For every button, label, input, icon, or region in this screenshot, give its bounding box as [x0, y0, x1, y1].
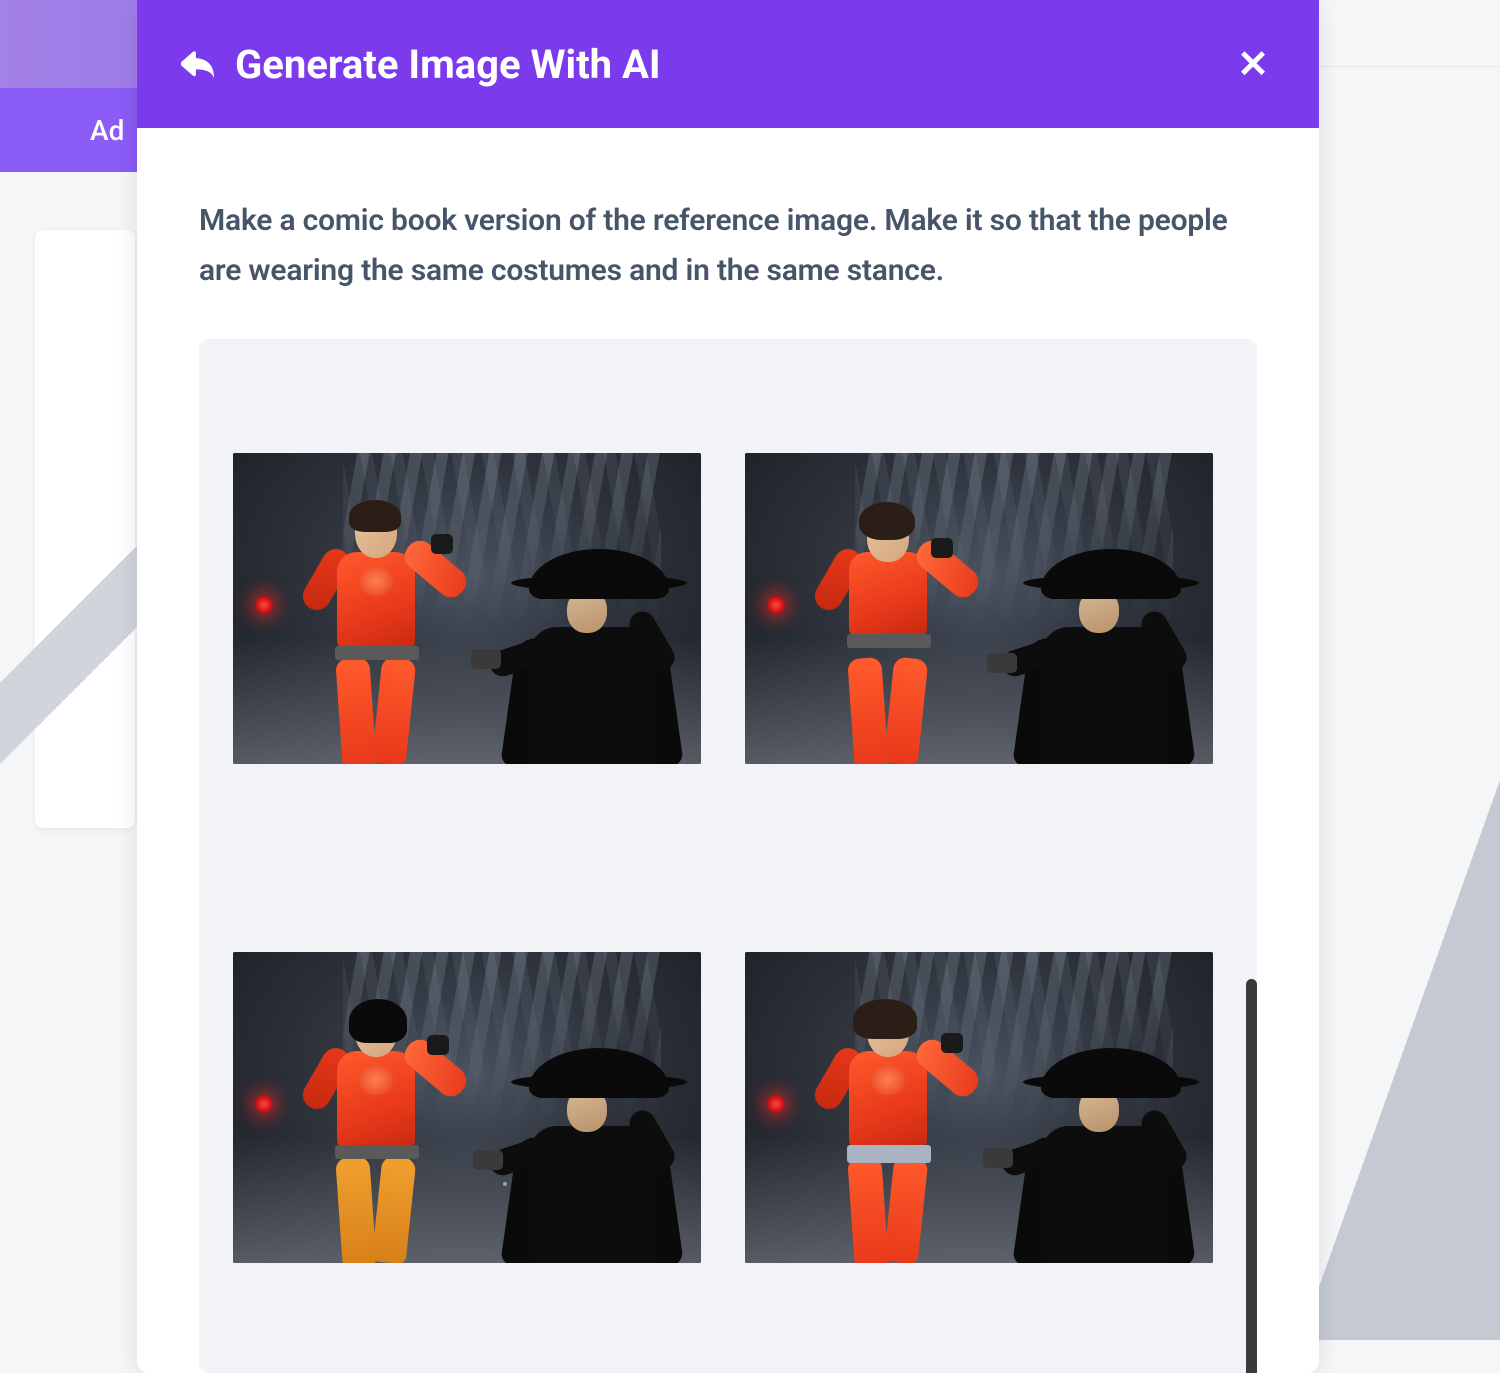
nav-text: Ad [90, 114, 124, 147]
villain-figure [481, 1048, 681, 1263]
modal-body: Make a comic book version of the referen… [137, 128, 1319, 1373]
modal-header-left: Generate Image With AI [181, 41, 661, 88]
red-light [255, 1095, 273, 1113]
bg-placeholder-shape [0, 440, 140, 840]
generated-image-4[interactable] [745, 952, 1213, 1263]
scrollbar-thumb[interactable] [1246, 979, 1257, 1373]
villain-figure [481, 549, 681, 764]
close-icon[interactable]: ✕ [1237, 42, 1269, 87]
modal-title: Generate Image With AI [235, 41, 661, 88]
back-icon[interactable] [181, 50, 215, 78]
generated-image-2[interactable] [745, 453, 1213, 764]
modal-header: Generate Image With AI ✕ [137, 0, 1319, 128]
red-light [767, 596, 785, 614]
ai-image-modal: Generate Image With AI ✕ Make a comic bo… [137, 0, 1319, 1373]
generated-image-3[interactable] [233, 952, 701, 1263]
results-grid [233, 453, 1223, 1263]
villain-figure [993, 1048, 1193, 1263]
villain-figure [993, 549, 1193, 764]
generated-image-1[interactable] [233, 453, 701, 764]
hero-figure [291, 494, 441, 764]
hero-figure [803, 494, 953, 764]
red-light [767, 1095, 785, 1113]
red-light [255, 596, 273, 614]
nav-bar-fragment: Ad [0, 88, 140, 172]
prompt-text: Make a comic book version of the referen… [199, 196, 1257, 295]
results-panel [199, 339, 1257, 1373]
scrollbar-track[interactable] [1246, 979, 1257, 1373]
hero-figure [291, 993, 441, 1263]
hero-figure [803, 993, 953, 1263]
